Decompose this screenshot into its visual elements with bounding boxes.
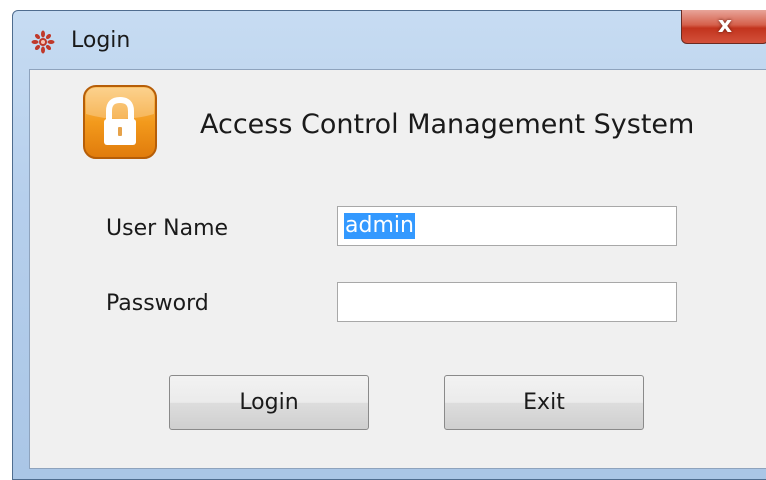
username-value: admin: [344, 213, 415, 239]
system-title: Access Control Management System: [200, 109, 695, 140]
username-label: User Name: [106, 216, 229, 241]
title-bar[interactable]: Login x: [13, 10, 766, 69]
login-button[interactable]: Login: [169, 375, 369, 430]
window-title: Login: [71, 28, 131, 53]
close-icon: x: [717, 13, 733, 38]
username-input[interactable]: admin: [337, 206, 677, 246]
close-button[interactable]: x: [681, 10, 766, 44]
app-logo-icon: [31, 30, 55, 54]
password-label: Password: [106, 291, 209, 316]
login-panel: Access Control Management System User Na…: [29, 69, 766, 469]
exit-button[interactable]: Exit: [444, 375, 644, 430]
login-window: Login x Access Control Management System…: [12, 10, 766, 480]
lock-icon: [83, 85, 157, 159]
password-input[interactable]: [337, 282, 677, 322]
